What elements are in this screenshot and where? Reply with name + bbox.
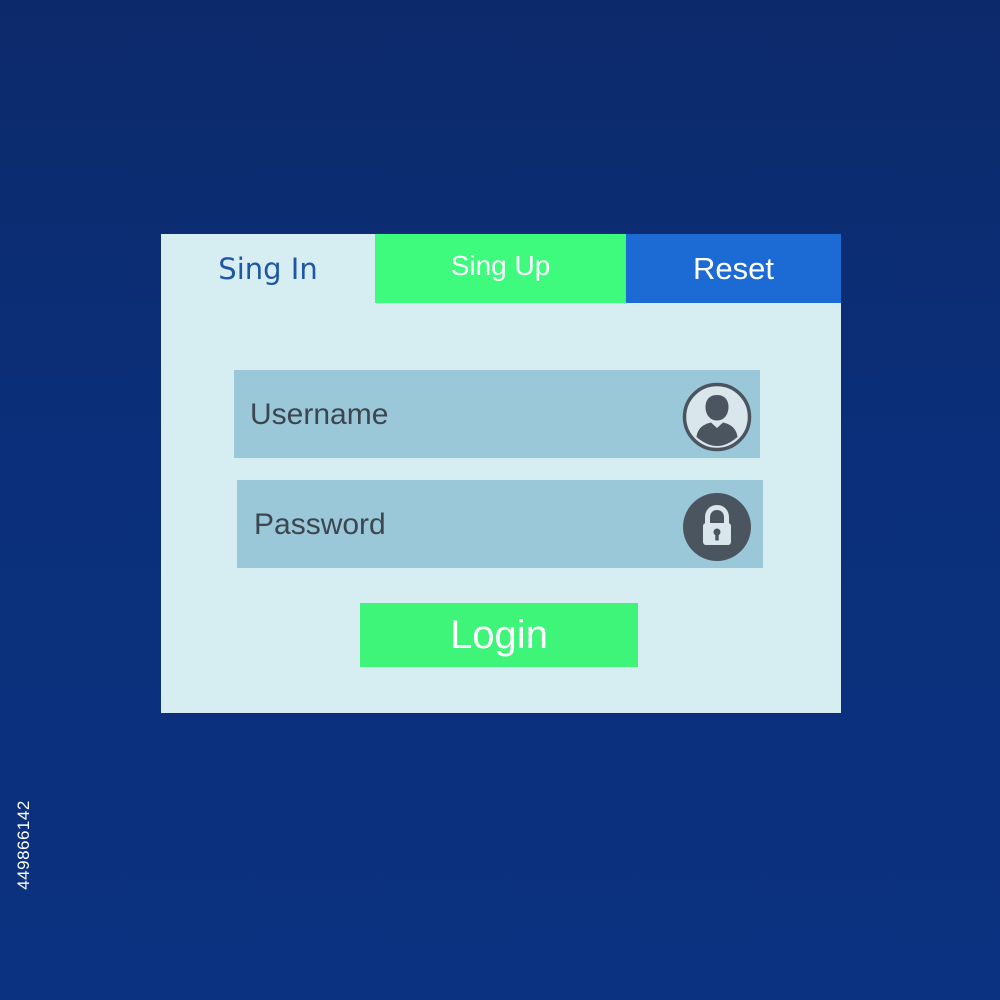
tab-reset-label: Reset: [693, 250, 774, 286]
tab-reset[interactable]: Reset: [626, 234, 841, 303]
password-field[interactable]: Password: [237, 480, 763, 568]
user-icon: [682, 382, 752, 452]
login-button-label: Login: [450, 612, 548, 657]
username-placeholder: Username: [250, 398, 389, 431]
password-placeholder: Password: [254, 508, 386, 541]
tab-sign-in-label: Sing In: [218, 251, 318, 286]
stock-id-text: 449866142: [14, 800, 33, 890]
login-button[interactable]: Login: [360, 603, 638, 667]
login-panel: Sing In Sing Up Reset Username Password …: [161, 234, 841, 713]
tab-sign-up[interactable]: Sing Up: [375, 234, 626, 303]
tab-sign-up-label: Sing Up: [450, 249, 551, 281]
tab-sign-in[interactable]: Sing In: [161, 234, 375, 303]
username-field[interactable]: Username: [234, 370, 760, 458]
lock-icon: [683, 493, 751, 561]
stock-id: 449866142: [12, 760, 36, 930]
